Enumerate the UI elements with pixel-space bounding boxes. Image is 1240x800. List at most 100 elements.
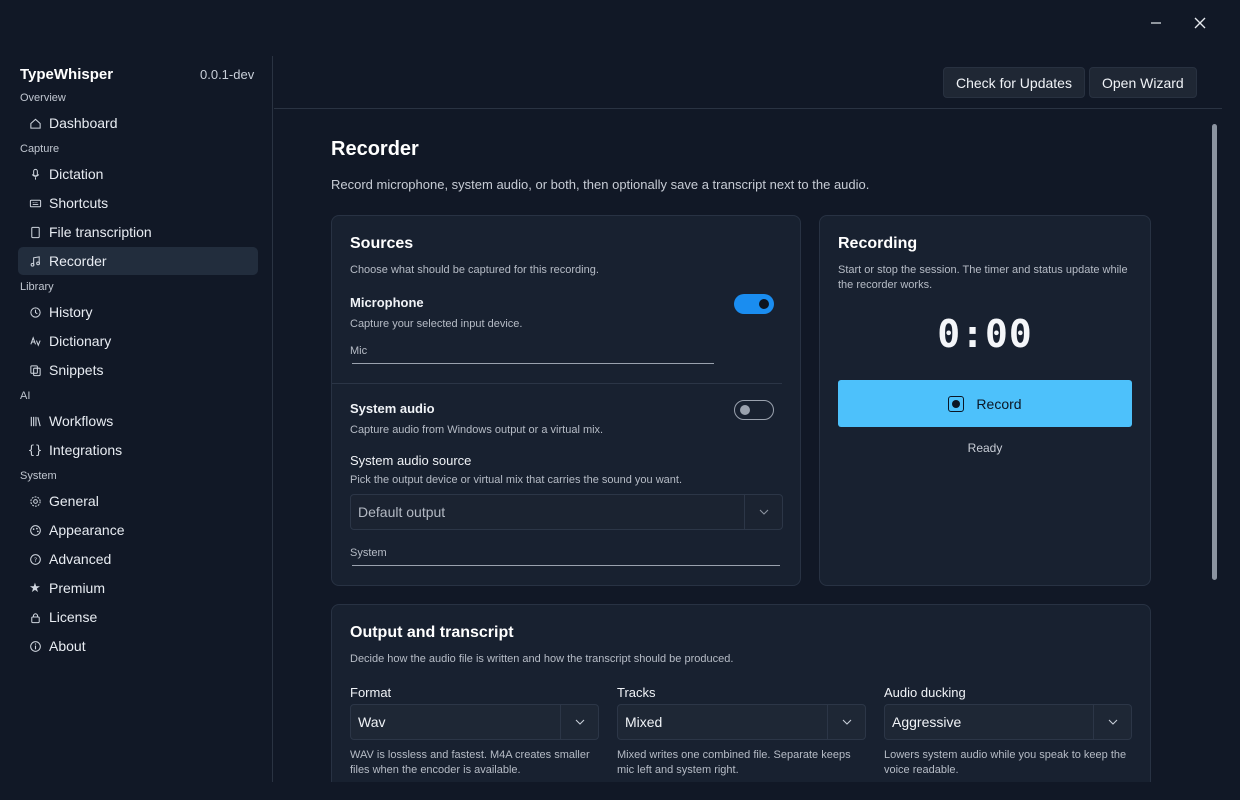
select-value: Wav bbox=[358, 714, 386, 730]
sidebar: TypeWhisper 0.0.1-dev Overview Dashboard… bbox=[0, 56, 273, 782]
sidebar-item-label: Shortcuts bbox=[49, 195, 109, 211]
sources-subtitle: Choose what should be captured for this … bbox=[350, 264, 599, 276]
format-select[interactable]: Wav bbox=[350, 704, 599, 740]
help-circle-icon: ? bbox=[28, 552, 42, 566]
sidebar-item-recorder[interactable]: Recorder bbox=[18, 247, 258, 275]
music-note-icon bbox=[28, 254, 42, 268]
sidebar-item-history[interactable]: History bbox=[18, 298, 258, 326]
sidebar-item-label: Dictionary bbox=[49, 333, 112, 349]
recording-status: Ready bbox=[967, 441, 1003, 455]
sidebar-item-snippets[interactable]: Snippets bbox=[18, 356, 258, 384]
home-icon bbox=[28, 116, 42, 130]
output-title: Output and transcript bbox=[350, 624, 514, 641]
open-wizard-button[interactable]: Open Wizard bbox=[1089, 67, 1197, 98]
sources-card: Sources Choose what should be captured f… bbox=[331, 215, 801, 586]
lock-icon bbox=[28, 610, 42, 624]
main-content[interactable]: Recorder Record microphone, system audio… bbox=[274, 110, 1222, 782]
microphone-label: Microphone bbox=[350, 295, 424, 310]
minimize-icon bbox=[1151, 22, 1161, 24]
sidebar-item-label: Snippets bbox=[49, 362, 104, 378]
microphone-icon bbox=[28, 167, 42, 181]
sidebar-item-label: General bbox=[49, 493, 99, 509]
sidebar-item-label: License bbox=[49, 609, 98, 625]
keyboard-icon bbox=[28, 196, 42, 210]
sidebar-item-dashboard[interactable]: Dashboard bbox=[18, 109, 258, 137]
top-header: Check for Updates Open Wizard bbox=[274, 56, 1222, 109]
select-value: Aggressive bbox=[892, 714, 962, 730]
app-name: TypeWhisper bbox=[20, 66, 114, 83]
close-icon bbox=[1194, 17, 1206, 29]
output-card: Output and transcript Decide how the aud… bbox=[331, 604, 1151, 782]
sidebar-item-premium[interactable]: ★ Premium bbox=[18, 574, 258, 602]
chevron-down-icon bbox=[560, 705, 598, 739]
sidebar-item-label: Dictation bbox=[49, 166, 104, 182]
chevron-down-icon bbox=[1093, 705, 1131, 739]
system-audio-description: Capture audio from Windows output or a v… bbox=[350, 424, 604, 436]
sidebar-item-label: Recorder bbox=[49, 253, 107, 269]
sidebar-item-label: About bbox=[49, 638, 86, 654]
sidebar-item-advanced[interactable]: ? Advanced bbox=[18, 545, 258, 573]
audio-ducking-help: Lowers system audio while you speak to k… bbox=[884, 749, 1127, 776]
sidebar-item-general[interactable]: General bbox=[18, 487, 258, 515]
system-audio-label: System audio bbox=[350, 401, 435, 416]
record-button-label: Record bbox=[976, 395, 1022, 412]
section-library: Library bbox=[20, 281, 54, 293]
sidebar-item-about[interactable]: About bbox=[18, 632, 258, 660]
section-capture: Capture bbox=[20, 143, 60, 155]
tracks-help: Mixed writes one combined file. Separate… bbox=[617, 749, 851, 776]
sidebar-item-label: File transcription bbox=[49, 224, 152, 240]
recording-title: Recording bbox=[838, 235, 918, 252]
sidebar-item-label: Advanced bbox=[49, 551, 112, 567]
history-icon bbox=[28, 305, 42, 319]
format-help: WAV is lossless and fastest. M4A creates… bbox=[350, 749, 590, 776]
sidebar-item-workflows[interactable]: Workflows bbox=[18, 407, 258, 435]
page-title: Recorder bbox=[331, 138, 419, 160]
system-audio-toggle[interactable] bbox=[734, 400, 774, 420]
page-description: Record microphone, system audio, or both… bbox=[331, 177, 870, 192]
sources-divider bbox=[332, 383, 782, 384]
sources-title: Sources bbox=[350, 235, 414, 252]
tracks-select[interactable]: Mixed bbox=[617, 704, 866, 740]
tracks-label: Tracks bbox=[617, 685, 656, 700]
sidebar-item-license[interactable]: License bbox=[18, 603, 258, 631]
info-icon bbox=[28, 639, 42, 653]
copy-icon bbox=[28, 363, 42, 377]
output-subtitle: Decide how the audio file is written and… bbox=[350, 653, 734, 665]
sidebar-item-label: Premium bbox=[49, 580, 106, 596]
audio-ducking-label: Audio ducking bbox=[884, 685, 966, 700]
system-device-field[interactable] bbox=[352, 565, 780, 566]
sidebar-item-integrations[interactable]: {} Integrations bbox=[18, 436, 258, 464]
system-audio-source-label: System audio source bbox=[350, 453, 472, 468]
system-audio-source-select[interactable]: Default output bbox=[350, 494, 783, 530]
recording-timer: 0:00 bbox=[937, 312, 1033, 356]
mic-device-field[interactable] bbox=[352, 363, 714, 364]
section-system: System bbox=[20, 470, 57, 482]
close-button[interactable] bbox=[1180, 8, 1220, 38]
check-for-updates-button[interactable]: Check for Updates bbox=[943, 67, 1085, 98]
palette-icon bbox=[28, 523, 42, 537]
library-icon bbox=[28, 414, 42, 428]
sidebar-item-dictation[interactable]: Dictation bbox=[18, 160, 258, 188]
sidebar-item-shortcuts[interactable]: Shortcuts bbox=[18, 189, 258, 217]
sidebar-item-appearance[interactable]: Appearance bbox=[18, 516, 258, 544]
chevron-down-icon bbox=[827, 705, 865, 739]
document-icon bbox=[28, 225, 42, 239]
mic-field-label: Mic bbox=[350, 345, 368, 357]
sidebar-item-dictionary[interactable]: Dictionary bbox=[18, 327, 258, 355]
minimize-button[interactable] bbox=[1136, 8, 1176, 38]
audio-ducking-select[interactable]: Aggressive bbox=[884, 704, 1132, 740]
format-label: Format bbox=[350, 685, 392, 700]
star-icon: ★ bbox=[29, 580, 41, 595]
select-value: Default output bbox=[358, 504, 446, 520]
language-icon bbox=[28, 334, 42, 348]
record-button[interactable]: Record bbox=[838, 380, 1132, 427]
sidebar-item-label: Appearance bbox=[49, 522, 125, 538]
main-scrollbar[interactable] bbox=[1212, 124, 1217, 580]
gear-icon bbox=[28, 494, 42, 508]
sidebar-item-label: Workflows bbox=[49, 413, 114, 429]
microphone-toggle[interactable] bbox=[734, 294, 774, 314]
sidebar-item-file-transcription[interactable]: File transcription bbox=[18, 218, 258, 246]
braces-icon: {} bbox=[27, 443, 43, 457]
section-overview: Overview bbox=[20, 92, 66, 104]
app-version: 0.0.1-dev bbox=[200, 67, 255, 82]
